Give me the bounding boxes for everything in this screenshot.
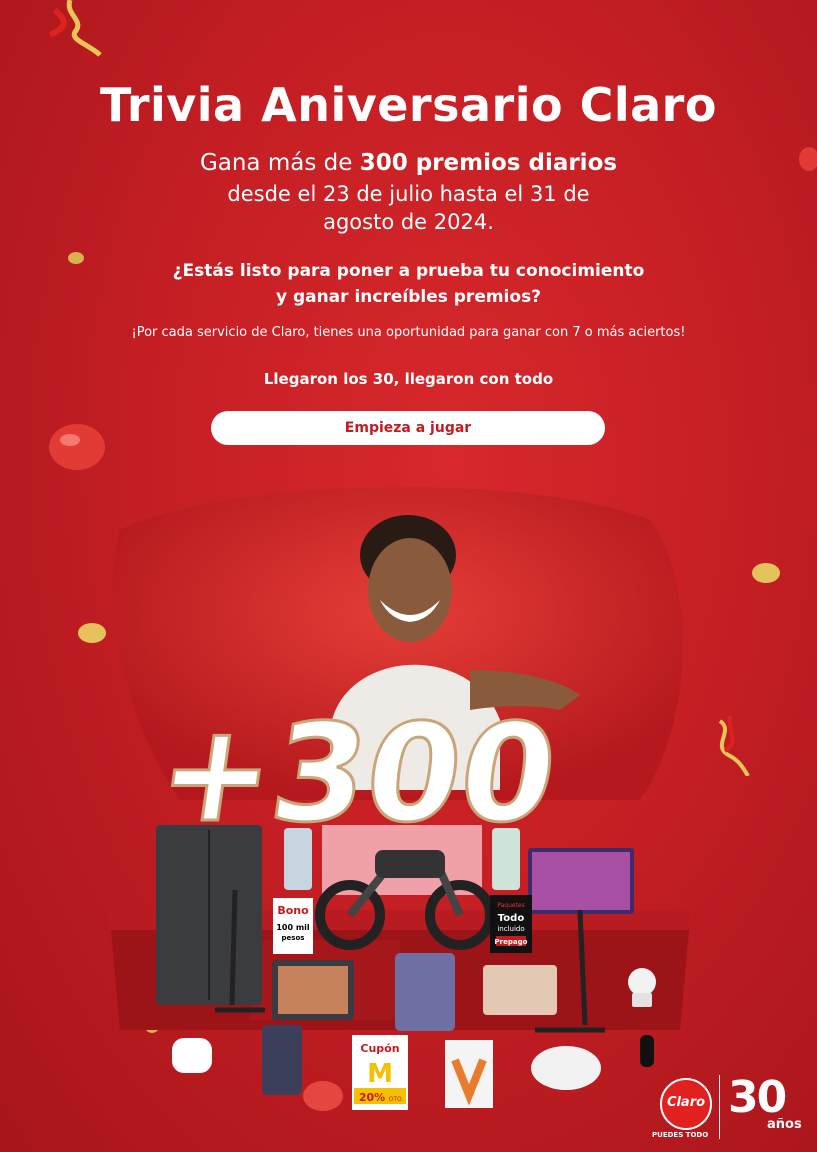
earbuds-prize bbox=[172, 1038, 212, 1073]
phone-prize bbox=[492, 828, 520, 890]
date-range: desde el 23 de julio hasta el 31 de agos… bbox=[0, 180, 817, 236]
cupon-label: Cupón bbox=[360, 1042, 399, 1055]
challenge-question-line1: ¿Estás listo para poner a prueba tu cono… bbox=[172, 261, 645, 281]
claro-logo: Claro bbox=[660, 1078, 712, 1130]
smartband-prize bbox=[640, 1035, 654, 1067]
bono-label: Bono bbox=[277, 904, 309, 917]
start-game-button[interactable]: Empieza a jugar bbox=[211, 411, 605, 445]
red-confetti bbox=[49, 424, 105, 470]
logo-divider bbox=[719, 1075, 720, 1139]
ribbon-decoration bbox=[48, 0, 102, 57]
rules-note: ¡Por cada servicio de Claro, tienes una … bbox=[131, 325, 686, 340]
page-title: Trivia Aniversario Claro bbox=[100, 78, 717, 132]
phone-prize bbox=[395, 953, 455, 1031]
bono-unit: pesos bbox=[282, 934, 305, 942]
tablet-prize bbox=[483, 965, 557, 1015]
coupon-card: Cupón M 20% OTO. bbox=[352, 1035, 408, 1110]
prize-headline-prefix: Gana más de bbox=[199, 150, 360, 176]
brand-tagline: PUEDES TODO bbox=[652, 1131, 709, 1139]
cupon-discount: 20% bbox=[359, 1091, 385, 1104]
pack-sub: incluido bbox=[497, 925, 524, 933]
slogan: Llegaron los 30, llegaron con todo bbox=[263, 370, 554, 388]
prepaid-card: Paquetes Todo incluido Prepago bbox=[490, 895, 532, 953]
pack-main: Todo bbox=[498, 913, 525, 924]
camera-prize bbox=[628, 968, 656, 996]
phone-prize bbox=[284, 828, 312, 890]
anniversary-number: 30 bbox=[728, 1072, 787, 1123]
pack-tag: Prepago bbox=[495, 938, 528, 946]
challenge-question: ¿Estás listo para poner a prueba tu cono… bbox=[0, 258, 817, 310]
challenge-question-line2: y ganar increíbles premios? bbox=[275, 287, 542, 307]
prizes-hero-illustration: +300 Bono 100 mil pesos Paquetes Todo in… bbox=[110, 487, 690, 1110]
bono-card: Bono 100 mil pesos bbox=[273, 898, 313, 954]
prize-headline: Gana más de 300 premios diarios bbox=[0, 150, 817, 176]
prize-headline-bold: 300 premios diarios bbox=[359, 150, 618, 176]
date-range-line2: agosto de 2024. bbox=[323, 210, 494, 234]
cupon-suffix: OTO. bbox=[389, 1096, 404, 1103]
pack-top: Paquetes bbox=[497, 902, 525, 909]
anniversary-word: años bbox=[767, 1117, 802, 1132]
date-range-line1: desde el 23 de julio hasta el 31 de bbox=[227, 182, 590, 206]
bono-amount: 100 mil bbox=[276, 923, 310, 932]
robot-vacuum-prize bbox=[531, 1046, 601, 1090]
svg-text:M: M bbox=[367, 1059, 393, 1089]
phone-prize bbox=[262, 1025, 302, 1095]
